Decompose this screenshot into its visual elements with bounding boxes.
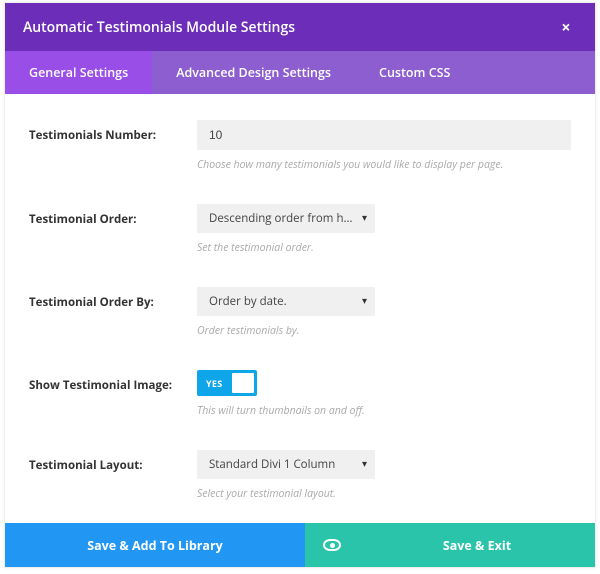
field-hint: This will turn thumbnails on and off. <box>197 404 571 418</box>
save-add-to-library-button[interactable]: Save & Add To Library <box>5 523 305 567</box>
content-area: Testimonials Number: Choose how many tes… <box>5 94 595 523</box>
field-testimonial-order: Testimonial Order: Descending order from… <box>29 204 571 255</box>
toggle-knob <box>232 373 254 393</box>
field-label: Show Testimonial Image: <box>29 370 197 393</box>
tab-advanced-design-settings[interactable]: Advanced Design Settings <box>152 51 355 94</box>
show-image-toggle[interactable]: YES <box>197 370 257 396</box>
field-label: Testimonial Order By: <box>29 287 197 310</box>
field-testimonial-order-by: Testimonial Order By: Order by date. Ord… <box>29 287 571 338</box>
field-show-testimonial-image: Show Testimonial Image: YES This will tu… <box>29 370 571 418</box>
tab-general-settings[interactable]: General Settings <box>5 51 152 94</box>
eye-icon <box>323 539 341 551</box>
testimonial-order-by-select[interactable]: Order by date. <box>197 287 375 316</box>
modal-footer: Save & Add To Library Save & Exit <box>5 523 595 567</box>
field-label: Testimonials Number: <box>29 120 197 143</box>
field-hint: Order testimonials by. <box>197 324 571 338</box>
testimonials-number-input[interactable] <box>197 120 571 150</box>
testimonial-layout-select[interactable]: Standard Divi 1 Column <box>197 450 375 479</box>
field-hint: Select your testimonial layout. <box>197 487 571 501</box>
modal-title: Automatic Testimonials Module Settings <box>23 18 295 37</box>
preview-button[interactable] <box>305 523 359 567</box>
field-label: Testimonial Layout: <box>29 450 197 473</box>
testimonial-order-select[interactable]: Descending order from highest to lowe <box>197 204 375 233</box>
field-hint: Choose how many testimonials you would l… <box>197 158 571 172</box>
field-hint: Set the testimonial order. <box>197 241 571 255</box>
tabs: General Settings Advanced Design Setting… <box>5 51 595 94</box>
field-testimonial-layout: Testimonial Layout: Standard Divi 1 Colu… <box>29 450 571 501</box>
modal-header: Automatic Testimonials Module Settings × <box>5 3 595 51</box>
toggle-label: YES <box>197 377 223 390</box>
field-testimonials-number: Testimonials Number: Choose how many tes… <box>29 120 571 172</box>
tab-custom-css[interactable]: Custom CSS <box>355 51 474 94</box>
settings-modal: Automatic Testimonials Module Settings ×… <box>4 2 596 568</box>
close-icon[interactable]: × <box>555 16 577 38</box>
save-and-exit-button[interactable]: Save & Exit <box>359 523 595 567</box>
field-label: Testimonial Order: <box>29 204 197 227</box>
